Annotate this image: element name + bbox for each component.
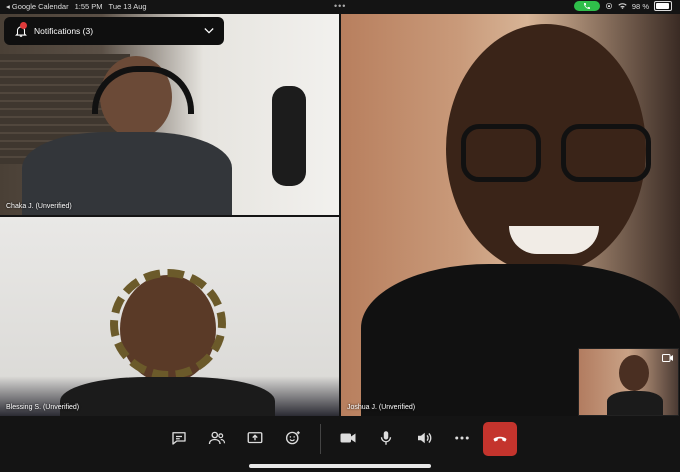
status-time: 1:55 PM [74,2,103,11]
notifications-dropdown[interactable]: Notifications (3) [4,17,224,45]
back-app-label: Google Calendar [11,2,69,11]
chat-icon [172,432,186,445]
people-icon [208,431,226,445]
video-tile-blessing[interactable]: Blessing S. (Unverified) [0,217,339,416]
battery-percent: 98 % [631,1,649,11]
home-indicator[interactable] [249,464,431,468]
speaker-button[interactable] [410,424,438,452]
wifi-icon [618,3,627,9]
share-screen-button[interactable] [241,424,269,452]
battery-icon [654,1,672,11]
end-call-icon [493,436,507,442]
speaker-icon [418,432,432,444]
participant-hair [110,269,226,379]
camera-icon [340,433,356,443]
status-date: Tue 13 Aug [108,2,147,11]
microphone-button[interactable] [372,424,400,452]
notification-badge [20,22,27,29]
toolbar-divider [320,424,321,454]
more-icon [455,436,469,440]
microphone-icon [380,431,392,445]
more-options-button[interactable] [448,424,476,452]
self-head [619,355,649,391]
notifications-label: Notifications (3) [34,26,94,36]
switch-camera-icon[interactable] [662,353,674,363]
participant-name-label: Blessing S. (Unverified) [6,404,80,411]
participant-body [60,377,275,416]
camera-button[interactable] [334,424,362,452]
participant-glasses [461,124,651,182]
active-call-pill[interactable] [573,1,600,11]
end-call-button[interactable] [483,422,517,456]
chevron-down-icon[interactable] [204,27,214,35]
participant-smile [509,226,599,254]
chat-button[interactable] [165,424,193,452]
status-bar: ◂ Google Calendar 1:55 PM Tue 13 Aug •••… [0,0,680,14]
share-screen-icon [247,432,263,444]
people-button[interactable] [203,424,231,452]
reactions-button[interactable] [279,424,307,452]
reactions-icon [285,431,300,445]
participant-name-label: Chaka J. (Unverified) [6,203,72,210]
multitask-dots-icon[interactable]: ••• [334,1,346,11]
participant-name-label: Joshua J. (Unverified) [347,404,416,411]
orientation-lock-icon [605,3,612,9]
back-to-app-link[interactable]: ◂ Google Calendar [6,2,69,11]
self-view[interactable] [578,348,679,416]
self-body [607,391,663,415]
microphone-stand [272,86,306,186]
phone-icon [583,3,590,9]
